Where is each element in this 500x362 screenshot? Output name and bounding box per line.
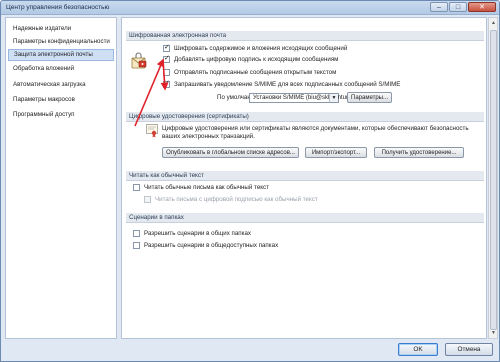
read-signed-as-plain-text-label: Читать письма с цифровой подписью как об…: [155, 196, 318, 203]
read-as-plain-text-label: Читать обычные письма как обычный текст: [144, 184, 269, 191]
title-bar[interactable]: Центр управления безопасностью – □ ✕: [1, 1, 499, 15]
add-digital-signature-option[interactable]: Добавлять цифровую подпись к исходящим с…: [163, 54, 339, 63]
sidebar: Надежные издатели Параметры конфиденциал…: [5, 17, 117, 339]
sidebar-item-trusted-publishers[interactable]: Надежные издатели: [8, 23, 114, 35]
publish-to-gal-button[interactable]: Опубликовать в глобальном списке адресов…: [162, 147, 299, 158]
chevron-down-icon[interactable]: ▼: [490, 329, 497, 337]
default-setting-select[interactable]: Установки S/MIME (biu@skbkontur.ru) ▼: [249, 93, 357, 103]
sidebar-item-attachment-handling[interactable]: Обработка вложений: [8, 63, 114, 75]
trust-center-window: Центр управления безопасностью – □ ✕ Над…: [0, 0, 500, 362]
send-clear-text-checkbox[interactable]: [163, 69, 170, 76]
add-digital-signature-checkbox[interactable]: [163, 54, 170, 63]
read-as-plain-text-option[interactable]: Читать обычные письма как обычный текст: [133, 184, 269, 191]
allow-scripts-shared-checkbox[interactable]: [133, 230, 140, 237]
request-smime-receipt-option[interactable]: Запрашивать уведомление S/MIME для всех …: [163, 79, 401, 88]
sidebar-item-email-security[interactable]: Защита электронной почты: [8, 49, 114, 61]
read-signed-as-plain-text-checkbox: [144, 196, 151, 203]
settings-button[interactable]: Параметры...: [347, 92, 392, 103]
maximize-button[interactable]: □: [449, 2, 467, 12]
default-setting-value: Установки S/MIME (biu@skbkontur.ru): [253, 95, 357, 101]
read-as-plain-text-checkbox[interactable]: [133, 184, 140, 191]
close-button[interactable]: ✕: [468, 2, 496, 12]
ok-button[interactable]: OK: [398, 343, 438, 356]
read-signed-as-plain-text-option: Читать письма с цифровой подписью как об…: [144, 196, 318, 203]
encrypt-contents-label: Шифровать содержимое и вложения исходящи…: [174, 45, 348, 52]
digital-ids-description: Цифровые удостоверения или сертификаты я…: [162, 125, 482, 140]
encrypt-contents-option[interactable]: Шифровать содержимое и вложения исходящи…: [163, 43, 348, 52]
window-controls: – □ ✕: [430, 2, 496, 13]
allow-scripts-shared-label: Разрешить сценарии в общих папках: [144, 230, 252, 237]
encrypt-contents-checkbox[interactable]: [163, 43, 170, 52]
plain-text-header: Читать как обычный текст: [126, 171, 484, 181]
get-digital-id-button[interactable]: Получить удостоверение...: [374, 147, 464, 158]
chevron-down-icon: ▼: [329, 94, 338, 102]
chevron-up-icon[interactable]: ▲: [490, 19, 497, 27]
certificate-icon: [146, 124, 158, 138]
sidebar-item-privacy-options[interactable]: Параметры конфиденциальности: [8, 36, 114, 48]
allow-scripts-shared-option[interactable]: Разрешить сценарии в общих папках: [133, 230, 251, 237]
padlock-envelope-icon: [130, 52, 148, 70]
send-clear-text-label: Отправлять подписанные сообщения открыты…: [174, 69, 337, 76]
cancel-button[interactable]: Отмена: [445, 343, 493, 356]
add-digital-signature-label: Добавлять цифровую подпись к исходящим с…: [174, 56, 339, 63]
digital-ids-description-line-1: Цифровые удостоверения или сертификаты я…: [162, 125, 469, 132]
scrollbar-thumb[interactable]: [490, 30, 497, 330]
sidebar-item-automatic-download[interactable]: Автоматическая загрузка: [8, 79, 114, 91]
allow-scripts-public-checkbox[interactable]: [133, 242, 140, 249]
minimize-button[interactable]: –: [430, 2, 448, 12]
sidebar-item-macro-settings[interactable]: Параметры макросов: [8, 94, 114, 106]
request-smime-receipt-label: Запрашивать уведомление S/MIME для всех …: [174, 81, 401, 88]
sidebar-item-programmatic-access[interactable]: Программный доступ: [8, 109, 114, 121]
send-clear-text-option[interactable]: Отправлять подписанные сообщения открыты…: [163, 69, 336, 76]
allow-scripts-public-option[interactable]: Разрешить сценарии в общедоступных папка…: [133, 242, 278, 249]
request-smime-receipt-checkbox[interactable]: [163, 79, 170, 88]
digital-ids-description-line-2: ваших электронных транзакций.: [162, 132, 255, 140]
scripts-header: Сценарии в папках: [126, 213, 484, 223]
digital-ids-header: Цифровые удостоверения (сертификаты): [126, 112, 484, 122]
content-panel: Шифрованная электронная почта Шифровать …: [121, 17, 487, 339]
encrypted-mail-header: Шифрованная электронная почта: [126, 31, 484, 41]
content-scrollbar[interactable]: ▲ ▼: [488, 17, 498, 339]
window-title: Центр управления безопасностью: [6, 4, 110, 11]
allow-scripts-public-label: Разрешить сценарии в общедоступных папка…: [144, 242, 279, 249]
import-export-button[interactable]: Импорт/экспорт...: [305, 147, 367, 158]
